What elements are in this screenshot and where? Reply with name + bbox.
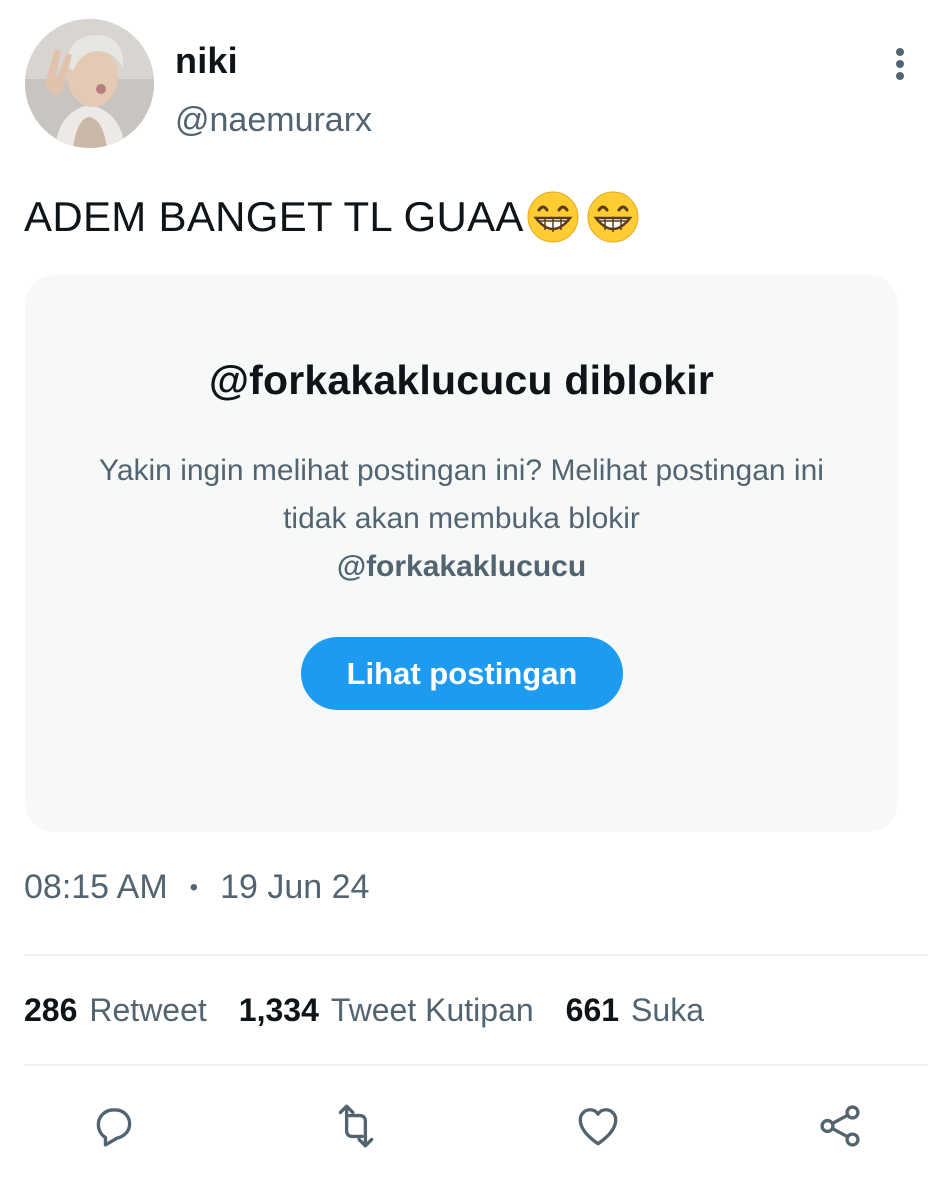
retweet-count[interactable]: 286 Retweet <box>24 992 207 1029</box>
divider <box>24 1064 928 1066</box>
quote-tweet-count[interactable]: 1,334 Tweet Kutipan <box>239 992 534 1029</box>
tweet-time: 08:15 AM <box>24 868 168 906</box>
display-name[interactable]: niki <box>175 40 238 82</box>
like-icon <box>578 1108 618 1146</box>
stat-count: 1,334 <box>238 992 319 1028</box>
divider <box>24 954 928 956</box>
stat-label: Suka <box>631 992 704 1028</box>
tweet-detail: niki @naemurarx ADEM BANGET TL GUAA @for… <box>0 0 952 1200</box>
more-dot-icon <box>896 72 904 80</box>
tweet-text-content: ADEM BANGET TL GUAA <box>24 193 524 240</box>
more-dot-icon <box>896 48 904 56</box>
stat-label: Tweet Kutipan <box>330 992 534 1028</box>
view-post-button[interactable]: Lihat postingan <box>301 637 623 710</box>
tweet-timestamp[interactable]: 08:15 AM • 19 Jun 24 <box>24 868 369 907</box>
share-button[interactable] <box>812 1098 868 1154</box>
blocked-description: Yakin ingin melihat postingan ini? Melih… <box>85 447 838 591</box>
blocked-post-card: @forkakaklucucu diblokir Yakin ingin mel… <box>25 275 898 832</box>
more-dot-icon <box>896 60 904 68</box>
tweet-date: 19 Jun 24 <box>220 868 370 906</box>
user-handle[interactable]: @naemurarx <box>175 101 372 140</box>
grinning-face-with-smiling-eyes-icon <box>587 191 639 243</box>
retweet-icon <box>338 1104 374 1148</box>
avatar-image <box>25 19 154 148</box>
retweet-button[interactable] <box>328 1098 384 1154</box>
avatar[interactable] <box>25 19 154 148</box>
blocked-handle: @forkakaklucucu <box>336 550 587 583</box>
like-count[interactable]: 661 Suka <box>566 992 704 1029</box>
grinning-face-with-smiling-eyes-icon <box>527 191 579 243</box>
stat-label: Retweet <box>89 992 207 1028</box>
blocked-title: @forkakaklucucu diblokir <box>208 357 715 403</box>
reply-icon <box>96 1108 132 1147</box>
reply-button[interactable] <box>86 1098 142 1154</box>
stat-count: 661 <box>565 992 620 1028</box>
share-icon <box>820 1105 860 1147</box>
engagement-stats: 286 Retweet 1,334 Tweet Kutipan 661 Suka <box>24 992 736 1029</box>
timestamp-separator: • <box>189 873 199 901</box>
like-button[interactable] <box>570 1098 626 1154</box>
tweet-text: ADEM BANGET TL GUAA <box>24 190 640 244</box>
more-options-button[interactable] <box>880 42 920 86</box>
stat-count: 286 <box>24 992 78 1028</box>
blocked-description-text: Yakin ingin melihat postingan ini? Melih… <box>99 454 824 535</box>
